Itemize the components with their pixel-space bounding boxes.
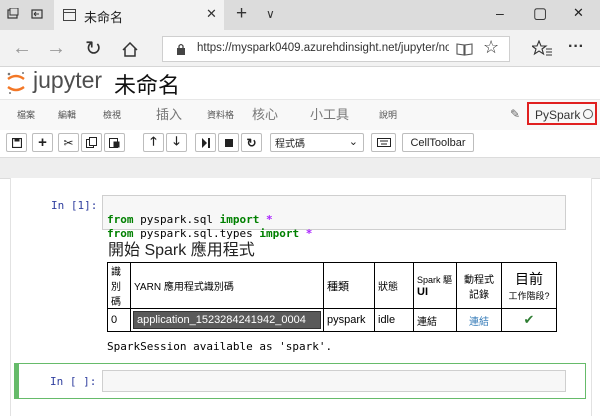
move-down-button[interactable]: 🡓	[166, 133, 187, 152]
favorites-hub-icon[interactable]	[531, 38, 553, 58]
cell-2-input[interactable]	[102, 370, 566, 392]
stop-button[interactable]	[218, 133, 239, 152]
cell-app-id: application_1523284241942_0004	[130, 308, 324, 332]
minimize-button[interactable]: –	[496, 5, 504, 21]
kernel-status-icon	[583, 109, 593, 119]
page-icon	[62, 8, 76, 22]
th-current: 目前 工作階段?	[501, 262, 557, 309]
notebook-toolbar: + ✂ 🡑 🡓 ↻ 程式碼 ⌄ CellToolbar	[0, 130, 600, 156]
forward-icon[interactable]: →	[46, 37, 66, 60]
keyboard-icon	[376, 138, 391, 147]
lock-icon	[175, 42, 187, 56]
menu-view[interactable]: 檢視	[103, 100, 121, 130]
cell-1-input[interactable]: from pyspark.sql import * from pyspark.s…	[102, 195, 566, 240]
menu-bar: 檔案 編輯 檢視 插入 資料格 核心 小工具 說明 ✎ PySpark	[0, 99, 600, 131]
edit-pencil-icon[interactable]: ✎	[510, 107, 520, 121]
cell-type-select[interactable]: 程式碼 ⌄	[270, 133, 364, 152]
new-tab-button[interactable]: +	[236, 3, 247, 25]
home-icon[interactable]	[121, 40, 139, 58]
tab-close-icon[interactable]: ✕	[206, 6, 217, 22]
run-icon	[201, 137, 210, 148]
back-icon[interactable]: ←	[12, 37, 32, 60]
cell-type-value: 程式碼	[275, 139, 305, 150]
tab-overview-icon[interactable]	[6, 7, 20, 21]
address-bar[interactable]: https://myspark0409.azurehdinsight.net/j…	[162, 36, 510, 62]
output-heading: 開始 Spark 應用程式	[108, 242, 255, 259]
cell-2-prompt: In [ ]:	[50, 375, 97, 388]
menu-kernel[interactable]: 核心	[252, 100, 278, 130]
close-window-button[interactable]: ✕	[573, 5, 584, 21]
url-text[interactable]: https://myspark0409.azurehdinsight.net/j…	[197, 42, 449, 54]
menu-help[interactable]: 說明	[379, 100, 397, 130]
paste-button[interactable]	[104, 133, 125, 152]
th-state: 狀態	[374, 262, 414, 309]
chevron-down-icon: ⌄	[348, 136, 358, 148]
th-yarn: YARN 應用程式識別碼	[130, 262, 324, 309]
restart-button[interactable]: ↻	[241, 133, 262, 152]
reading-view-icon[interactable]	[455, 41, 473, 57]
save-button[interactable]	[6, 133, 27, 152]
th-kind: 種類	[323, 262, 375, 309]
copy-button[interactable]	[81, 133, 102, 152]
save-icon	[11, 137, 22, 148]
cell-state: idle	[374, 308, 414, 332]
cell-2[interactable]: In [ ]:	[14, 363, 586, 399]
more-icon[interactable]: ···	[568, 38, 584, 56]
th-current-top: 目前	[515, 271, 543, 287]
th-spark-ui-bottom: UI	[417, 286, 428, 298]
menu-cell[interactable]: 資料格	[207, 100, 234, 130]
set-aside-tabs-icon[interactable]	[30, 7, 44, 21]
paste-icon	[109, 138, 120, 148]
th-driver-log-bottom: 記錄	[469, 289, 489, 301]
th-spark-ui-top: Spark 驅	[417, 275, 453, 285]
stop-icon	[224, 138, 233, 147]
th-driver-log-top: 動程式	[464, 274, 494, 286]
refresh-icon[interactable]: ↻	[85, 36, 102, 61]
tab-dropdown-icon[interactable]: ∨	[266, 7, 275, 21]
th-id: 識別碼	[107, 262, 131, 309]
menu-file[interactable]: 檔案	[17, 100, 35, 130]
command-palette-button[interactable]	[371, 133, 396, 152]
cut-button[interactable]: ✂	[58, 133, 79, 152]
notebook-gutter	[0, 157, 600, 179]
move-up-button[interactable]: 🡑	[143, 133, 164, 152]
notebook-name[interactable]: 未命名	[114, 68, 180, 100]
menu-edit[interactable]: 編輯	[58, 100, 76, 130]
check-icon: ✔	[501, 308, 557, 332]
cell-kind: pyspark	[323, 308, 375, 332]
favorite-star-icon[interactable]: ☆	[483, 37, 499, 58]
driver-log-link[interactable]: 連結	[456, 308, 502, 332]
add-cell-button[interactable]: +	[32, 133, 53, 152]
celltoolbar-button[interactable]: CellToolbar	[402, 133, 474, 152]
spark-ui-link[interactable]: 連結	[413, 308, 457, 332]
session-table: 識別碼 YARN 應用程式識別碼 種類 狀態 Spark 驅 UI 動程式 記錄…	[107, 262, 557, 332]
kernel-indicator[interactable]: PySpark	[527, 102, 597, 125]
run-button[interactable]	[195, 133, 216, 152]
kernel-name: PySpark	[535, 108, 581, 122]
th-spark-ui: Spark 驅 UI	[413, 262, 457, 309]
app-id-value: application_1523284241942_0004	[133, 311, 321, 329]
cell-1-prompt: In [1]:	[51, 199, 98, 212]
browser-tab[interactable]: 未命名 ✕	[54, 0, 224, 30]
session-output-text: SparkSession available as 'spark'.	[107, 340, 333, 353]
menu-insert[interactable]: 插入	[156, 100, 182, 130]
copy-icon	[86, 137, 97, 148]
menu-widgets[interactable]: 小工具	[310, 100, 349, 130]
tab-title: 未命名	[84, 10, 124, 25]
th-current-bottom: 工作階段?	[508, 291, 550, 301]
jupyter-logo-icon[interactable]	[4, 70, 28, 96]
jupyter-logo-text[interactable]: jupyter	[33, 67, 102, 94]
th-driver-log: 動程式 記錄	[456, 262, 502, 309]
cell-id: 0	[107, 308, 131, 332]
keyword: import	[259, 227, 300, 240]
maximize-button[interactable]: ▢	[533, 4, 547, 22]
operator: *	[299, 227, 313, 240]
